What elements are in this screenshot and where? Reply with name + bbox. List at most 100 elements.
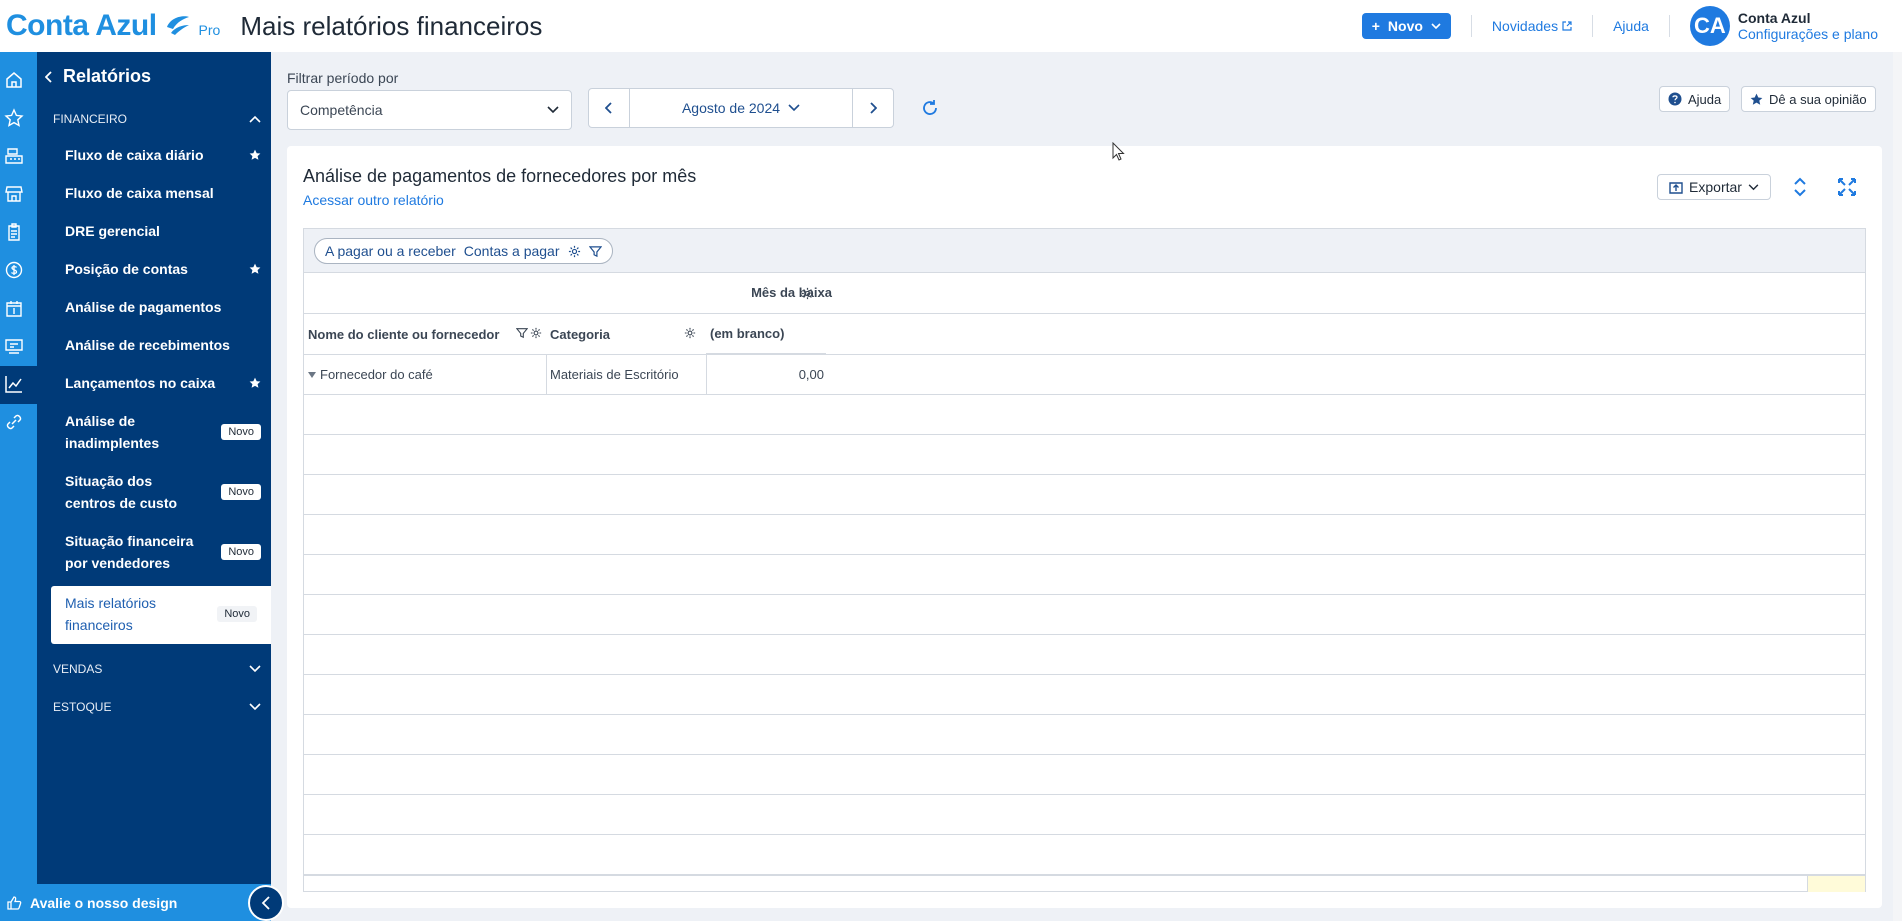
back-to-reports[interactable]: Relatórios xyxy=(45,66,151,87)
link-icon[interactable] xyxy=(4,412,24,432)
month-picker: Agosto de 2024 xyxy=(588,88,894,128)
export-button[interactable]: Exportar xyxy=(1657,174,1771,200)
new-button[interactable]: + Novo xyxy=(1361,13,1451,39)
filter-icon[interactable] xyxy=(516,327,528,339)
supplier-column-header[interactable]: Nome do cliente ou fornecedor xyxy=(304,314,546,354)
refresh-icon[interactable] xyxy=(920,98,940,118)
help-button[interactable]: Ajuda xyxy=(1659,86,1731,112)
empty-row xyxy=(304,675,1865,715)
caret-down-icon[interactable] xyxy=(308,371,316,378)
star-filled-icon[interactable] xyxy=(249,149,261,161)
section-financeiro[interactable]: FINANCEIRO xyxy=(53,112,261,126)
month-value: Agosto de 2024 xyxy=(681,100,781,116)
empty-row xyxy=(304,555,1865,595)
dollar-icon[interactable] xyxy=(4,260,24,280)
gear-icon[interactable] xyxy=(568,245,581,258)
logo-text: Conta Azul xyxy=(6,9,157,42)
month-selector[interactable]: Agosto de 2024 xyxy=(629,89,853,127)
star-filled-icon[interactable] xyxy=(249,377,261,389)
chevron-right-icon xyxy=(870,102,877,114)
period-type-select[interactable]: Competência xyxy=(287,90,572,130)
sidebar-item-centros-custo[interactable]: Situação dos centros de custo Novo xyxy=(65,470,261,514)
account-menu[interactable]: Conta Azul Configurações e plano xyxy=(1738,10,1878,42)
empty-row xyxy=(304,715,1865,755)
sidebar-item-analise-pagamentos[interactable]: Análise de pagamentos xyxy=(65,296,261,318)
filter-icon[interactable] xyxy=(588,245,602,258)
news-link[interactable]: Novidades xyxy=(1492,18,1572,34)
star-filled-icon[interactable] xyxy=(249,263,261,275)
receipt-icon[interactable] xyxy=(4,336,24,356)
collapse-sidebar-button[interactable] xyxy=(248,885,284,921)
account-settings-link[interactable]: Configurações e plano xyxy=(1738,26,1878,42)
rate-design-label: Avalie o nosso design xyxy=(30,894,178,911)
scroll-corner xyxy=(1807,876,1865,892)
next-month-button[interactable] xyxy=(853,89,893,127)
value-cell: 0,00 xyxy=(798,367,824,382)
section-label: ESTOQUE xyxy=(53,700,112,714)
report-card: Análise de pagamentos de fornecedores po… xyxy=(287,146,1882,908)
sidebar-item-label: Fluxo de caixa mensal xyxy=(65,185,214,201)
gear-icon[interactable] xyxy=(530,327,542,339)
other-report-link[interactable]: Acessar outro relatório xyxy=(303,192,444,208)
section-estoque[interactable]: ESTOQUE xyxy=(53,700,261,714)
conta-azul-logo[interactable]: Conta Azul Pro xyxy=(6,9,220,43)
sidebar-item-posicao-contas[interactable]: Posição de contas xyxy=(65,258,261,280)
help-link[interactable]: Ajuda xyxy=(1613,18,1649,34)
section-label: FINANCEIRO xyxy=(53,112,128,126)
avatar[interactable]: CA xyxy=(1689,6,1730,46)
sidebar-item-label: Mais relatórios financeiros xyxy=(65,595,157,633)
sidebar-item-fluxo-diario[interactable]: Fluxo de caixa diário xyxy=(65,144,261,166)
sidebar-item-label: Situação financeira por vendedores xyxy=(65,533,194,571)
filter-chip[interactable]: A pagar ou a receber Contas a pagar xyxy=(314,238,613,264)
plan-badge: Pro xyxy=(198,22,221,38)
column-field-header: Mês da baixa xyxy=(304,273,1865,314)
sidebar-item-vendedores[interactable]: Situação financeira por vendedores Novo xyxy=(65,530,261,574)
export-icon xyxy=(1669,182,1683,194)
chevron-down-icon xyxy=(249,665,261,673)
plus-icon: + xyxy=(1371,18,1380,34)
chevron-down-icon xyxy=(788,104,800,112)
feedback-button-label: Dê a sua opinião xyxy=(1769,91,1867,107)
chart-icon[interactable] xyxy=(4,374,24,394)
supplier-cell: Fornecedor do café xyxy=(308,355,544,394)
category-column-header[interactable]: Categoria xyxy=(546,314,706,354)
calendar-dollar-icon[interactable] xyxy=(4,298,24,318)
new-button-label: Novo xyxy=(1387,18,1423,34)
sidebar-item-mais-relatorios[interactable]: Mais relatórios financeiros Novo xyxy=(51,586,271,644)
sidebar-item-inadimplentes[interactable]: Análise de inadimplentes Novo xyxy=(65,410,261,454)
external-link-icon xyxy=(1562,21,1572,31)
row-field-header: Nome do cliente ou fornecedor Categoria … xyxy=(304,314,1865,355)
empty-row xyxy=(304,795,1865,835)
star-icon[interactable] xyxy=(4,108,24,128)
store-icon[interactable] xyxy=(4,184,24,204)
period-type-value: Competência xyxy=(300,102,383,118)
previous-month-button[interactable] xyxy=(589,89,629,127)
feedback-button[interactable]: Dê a sua opinião xyxy=(1741,86,1876,112)
home-icon[interactable] xyxy=(4,70,24,90)
sidebar-item-fluxo-mensal[interactable]: Fluxo de caixa mensal xyxy=(65,182,261,204)
sidebar-item-dre[interactable]: DRE gerencial xyxy=(65,220,261,242)
filter-chip-value: Contas a pagar xyxy=(463,243,560,259)
fullscreen-icon[interactable] xyxy=(1836,176,1858,198)
blank-month-column-header: (em branco) xyxy=(706,314,826,354)
chevron-down-icon xyxy=(1431,23,1441,29)
section-vendas[interactable]: VENDAS xyxy=(53,662,261,676)
expand-collapse-icon[interactable] xyxy=(1789,176,1811,198)
cash-register-icon[interactable] xyxy=(4,146,24,166)
reports-sidebar: Relatórios FINANCEIRO Fluxo de caixa diá… xyxy=(37,52,271,884)
gear-icon[interactable] xyxy=(801,287,814,300)
sidebar-item-label: Fluxo de caixa diário xyxy=(65,147,204,163)
chevron-left-icon xyxy=(261,896,270,910)
star-filled-icon xyxy=(1750,93,1763,105)
sidebar-item-lancamentos[interactable]: Lançamentos no caixa xyxy=(65,372,261,394)
export-button-label: Exportar xyxy=(1689,179,1742,195)
sidebar-item-analise-recebimentos[interactable]: Análise de recebimentos xyxy=(65,334,261,356)
table-row[interactable]: Fornecedor do café Materiais de Escritór… xyxy=(304,355,1865,395)
rate-design-bar[interactable]: Avalie o nosso design xyxy=(0,884,271,921)
horizontal-scrollbar[interactable] xyxy=(304,875,1865,892)
page-scrollbar[interactable] xyxy=(1893,52,1902,921)
thumbs-up-icon xyxy=(7,895,22,910)
app-header: Conta Azul Pro Mais relatórios financeir… xyxy=(0,0,1902,52)
clipboard-icon[interactable] xyxy=(4,222,24,242)
gear-icon[interactable] xyxy=(684,327,696,339)
